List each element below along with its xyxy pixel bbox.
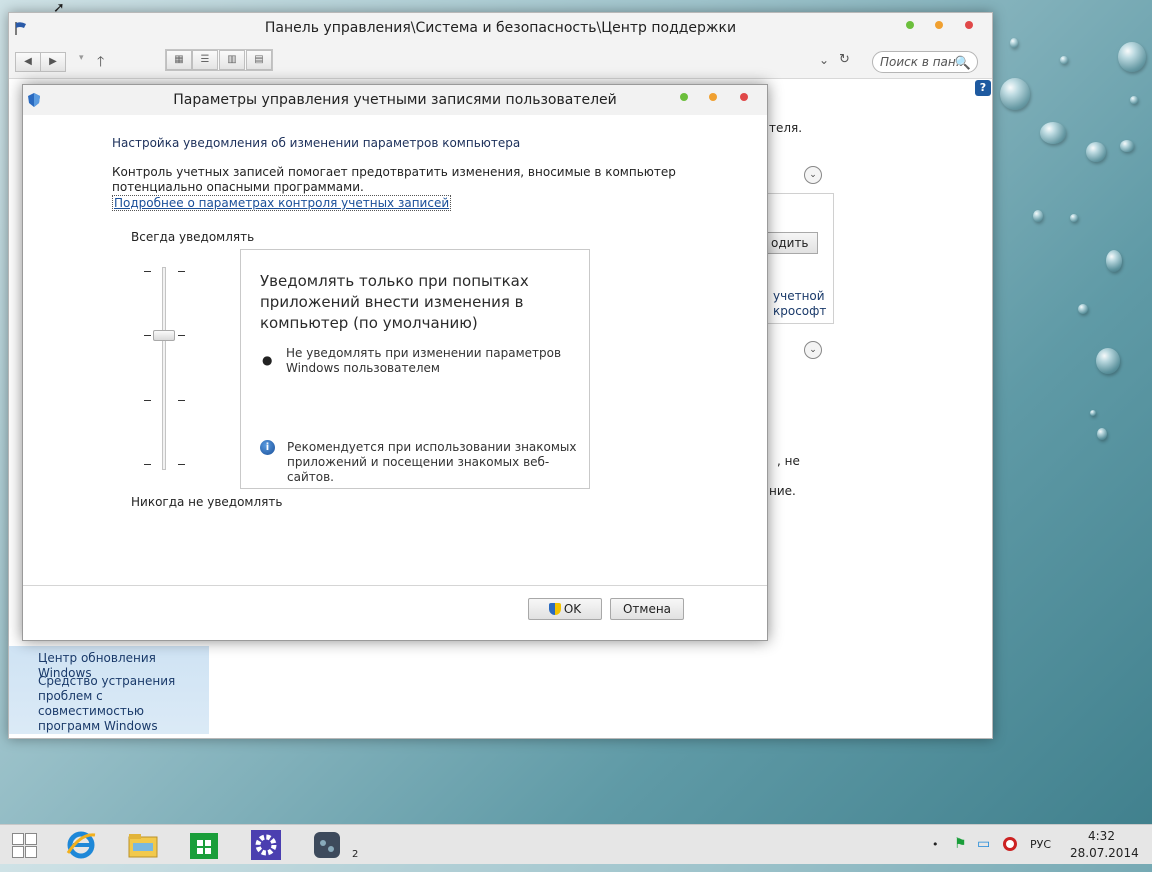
slider-tick xyxy=(178,335,185,336)
up-arrow-icon: 🡑 xyxy=(97,54,105,70)
slider-track[interactable] xyxy=(162,267,166,470)
background-link[interactable]: учетной xyxy=(773,289,825,303)
bullet-icon: ● xyxy=(262,353,273,367)
dialog-heading: Настройка уведомления об изменении парам… xyxy=(112,136,521,150)
store-icon[interactable] xyxy=(188,829,220,861)
dialog-description: Контроль учетных записей помогает предот… xyxy=(112,165,676,194)
view-toolbar: ▦ ☰ ▥ ▤ xyxy=(165,49,273,71)
slider-tick xyxy=(144,400,151,401)
maximize-button[interactable] xyxy=(935,21,943,29)
recent-pages-dropdown[interactable]: ▾ xyxy=(79,53,84,63)
level-detail: Не уведомлять при изменении параметров W… xyxy=(286,346,562,375)
background-button[interactable]: одить xyxy=(767,232,818,254)
window-title: Панель управления\Система и безопасность… xyxy=(264,20,737,36)
control-panel-titlebar[interactable]: Панель управления\Система и безопасность… xyxy=(9,13,992,45)
dialog-footer: OK Отмена xyxy=(23,585,767,640)
back-button[interactable]: ◀ xyxy=(15,52,41,72)
refresh-icon: ↻ xyxy=(839,52,850,67)
expand-chevron-icon[interactable]: ⌄ xyxy=(804,166,822,184)
expand-chevron-icon[interactable]: ⌄ xyxy=(804,341,822,359)
dialog-titlebar[interactable]: Параметры управления учетными записями п… xyxy=(23,85,767,115)
chevron-down-icon: ⌄ xyxy=(819,53,830,67)
forward-button[interactable]: ▶ xyxy=(40,52,66,72)
clock-time: 4:32 xyxy=(1088,829,1115,843)
clock-date: 28.07.2014 xyxy=(1070,846,1139,860)
tiles-view-button[interactable]: ▤ xyxy=(246,50,272,70)
minimize-button[interactable] xyxy=(680,93,688,101)
navigation-bar: ◀ ▶ ▾ 🡑 ▦ ☰ ▥ ▤ ⌄ ↻ Поиск в пан... 🔍 xyxy=(9,45,992,79)
background-text: ние. xyxy=(769,484,796,498)
app-icon[interactable] xyxy=(311,829,343,861)
level-title: Уведомлять только при попытках приложени… xyxy=(260,272,529,332)
level-recommendation: Рекомендуется при использовании знакомых… xyxy=(287,440,577,484)
language-indicator[interactable]: РУС xyxy=(1030,838,1051,851)
show-hidden-icons-button[interactable]: • xyxy=(932,838,939,851)
ie-icon[interactable] xyxy=(65,829,97,861)
slider-tick xyxy=(144,271,151,272)
action-center-flag-icon[interactable]: ⚑ xyxy=(954,836,967,852)
slider-tick xyxy=(144,335,151,336)
slider-tick xyxy=(178,271,185,272)
help-icon[interactable]: ? xyxy=(975,80,991,96)
network-icon[interactable]: ▭ xyxy=(977,836,990,852)
cancel-button[interactable]: Отмена xyxy=(610,598,684,620)
folder-icon[interactable] xyxy=(127,829,159,861)
sidebar-item-compatibility-troubleshooter[interactable]: Средство устранения проблем с совместимо… xyxy=(38,674,203,734)
slider-top-label: Всегда уведомлять xyxy=(131,230,255,244)
list-view-button[interactable]: ☰ xyxy=(192,50,218,70)
forward-icon: ▶ xyxy=(49,56,57,67)
details-view-button[interactable]: ▥ xyxy=(219,50,245,70)
volume-icon[interactable] xyxy=(1001,835,1019,856)
dialog-title: Параметры управления учетными записями п… xyxy=(173,92,617,108)
background-text: , не xyxy=(777,454,800,468)
slider-tick xyxy=(144,464,151,465)
gear-icon[interactable] xyxy=(250,829,282,861)
taskbar-badge: 2 xyxy=(352,849,359,860)
refresh-button[interactable]: ↻ xyxy=(839,52,850,67)
slider-bottom-label: Никогда не уведомлять xyxy=(131,495,283,509)
more-info-link[interactable]: Подробнее о параметрах контроля учетных … xyxy=(112,195,452,211)
uac-shield-icon xyxy=(548,603,561,615)
windows-logo-icon[interactable] xyxy=(12,833,38,859)
minimize-button[interactable] xyxy=(906,21,914,29)
address-dropdown[interactable]: ⌄ xyxy=(819,53,829,67)
back-icon: ◀ xyxy=(24,56,32,67)
up-button[interactable]: 🡑 xyxy=(97,51,104,75)
slider-tick xyxy=(178,464,185,465)
taskbar: 2 • ⚑ ▭ РУС 4:32 28.07.2014 xyxy=(0,824,1152,864)
slider-tick xyxy=(178,400,185,401)
large-icons-view-button[interactable]: ▦ xyxy=(166,50,192,70)
close-button[interactable] xyxy=(965,21,973,29)
ok-label: OK xyxy=(563,602,582,616)
background-link[interactable]: крософт xyxy=(773,304,826,318)
ok-button[interactable]: OK xyxy=(528,598,602,620)
level-description-box: Уведомлять только при попытках приложени… xyxy=(240,249,590,489)
search-icon[interactable]: 🔍 xyxy=(955,54,971,74)
maximize-button[interactable] xyxy=(709,93,717,101)
close-button[interactable] xyxy=(740,93,748,101)
sidebar: Центр обновления Windows Средство устран… xyxy=(9,646,209,734)
background-text: теля. xyxy=(769,121,803,135)
info-icon: i xyxy=(260,440,275,455)
uac-settings-dialog: Параметры управления учетными записями п… xyxy=(22,84,768,641)
slider-thumb[interactable] xyxy=(153,330,175,341)
search-input[interactable]: Поиск в пан... 🔍 xyxy=(872,51,978,73)
